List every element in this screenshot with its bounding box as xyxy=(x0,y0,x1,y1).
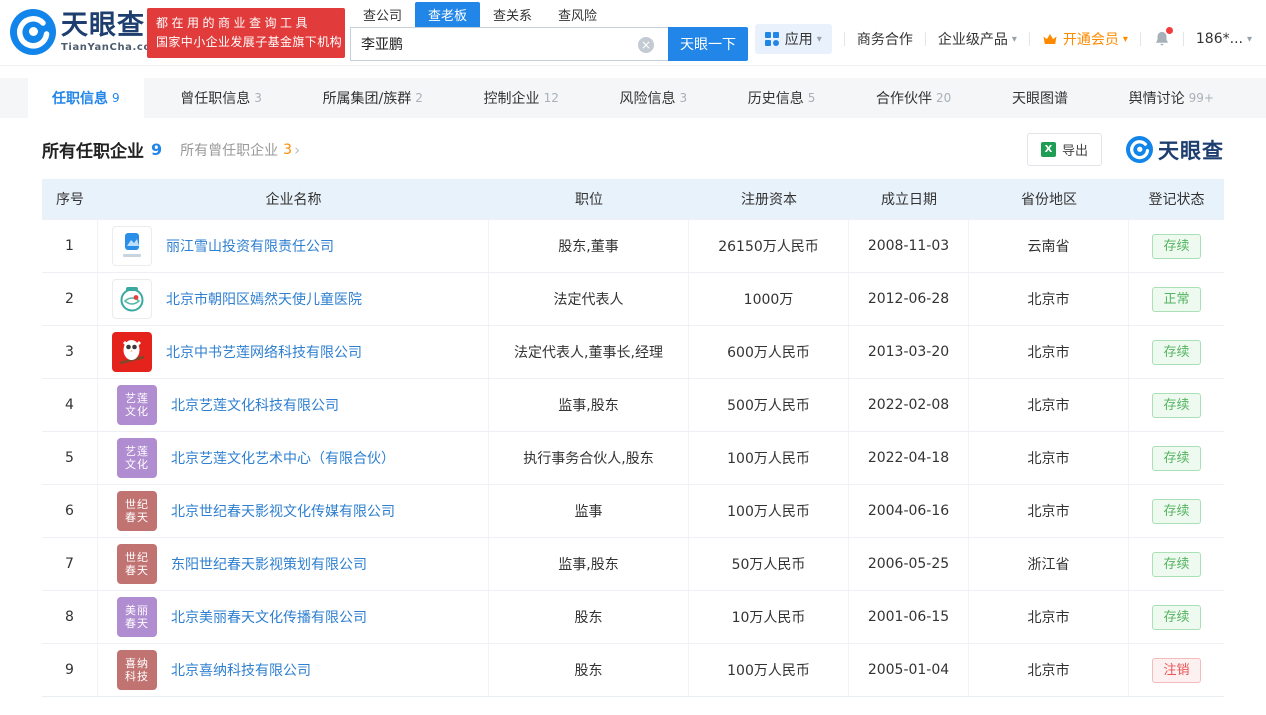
apps-label: 应用 xyxy=(784,32,813,48)
apps-grid-icon xyxy=(764,32,779,46)
export-button[interactable]: X 导出 xyxy=(1026,133,1102,166)
tab-former-positions[interactable]: 曾任职信息 3 xyxy=(156,78,286,118)
company-logo xyxy=(112,279,152,319)
tab-graph[interactable]: 天眼图谱 xyxy=(988,78,1092,118)
user-account-menu[interactable]: 186*... ▾ xyxy=(1196,31,1252,47)
chevron-down-icon: ▾ xyxy=(816,33,822,45)
notification-dot xyxy=(1165,27,1173,34)
status-badge: 存续 xyxy=(1152,604,1201,630)
status-badge: 注销 xyxy=(1152,657,1201,683)
table-row: 8 美丽 春天 北京美丽春天文化传播有限公司 股东 10万人民币 2001-06… xyxy=(42,590,1224,643)
table-row: 7 世纪 春天 东阳世纪春天影视策划有限公司 监事,股东 50万人民币 2006… xyxy=(42,537,1224,590)
crown-icon xyxy=(1043,34,1057,44)
tab-history-info[interactable]: 历史信息 5 xyxy=(724,78,840,118)
user-phone: 186*... xyxy=(1195,31,1243,47)
chevron-down-icon: ▾ xyxy=(1122,33,1128,45)
tab-risk-info[interactable]: 风险信息 3 xyxy=(595,78,711,118)
section-header: 所有任职企业 9 所有曾任职企业 3 › X 导出 天眼查 xyxy=(42,133,1224,166)
company-link[interactable]: 丽江雪山投资有限责任公司 xyxy=(166,236,334,256)
company-logo-text: 世纪 春天 xyxy=(117,491,157,531)
section-title-count: 9 xyxy=(151,140,163,159)
promo-line2: 国家中小企业发展子基金旗下机构 xyxy=(156,35,343,49)
top-header: 天眼查 TianYanCha.com 都在用的商业查询工具 国家中小企业发展子基… xyxy=(0,0,1266,66)
tab-controlled-companies[interactable]: 控制企业 12 xyxy=(460,78,583,118)
company-logo-text: 美丽 春天 xyxy=(117,597,157,637)
status-badge: 正常 xyxy=(1152,286,1201,312)
company-link[interactable]: 北京世纪春天影视文化传媒有限公司 xyxy=(171,501,395,521)
table-row: 2 北京市朝阳区嫣然天使儿童医院 法定代表人 1000万 2012-06-28 … xyxy=(42,272,1224,325)
company-logo-text: 艺莲 文化 xyxy=(117,438,157,478)
vip-label: 开通会员 xyxy=(1062,32,1119,48)
status-badge: 存续 xyxy=(1152,339,1201,365)
promo-badge: 都在用的商业查询工具 国家中小企业发展子基金旗下机构 xyxy=(147,8,345,58)
search-input[interactable] xyxy=(350,27,668,61)
status-badge: 存续 xyxy=(1152,445,1201,471)
company-link[interactable]: 北京喜纳科技有限公司 xyxy=(171,660,311,680)
table-row: 3 北京中书艺莲网络科技有限公司 法定代表人,董事长,经理 600万人民币 20… xyxy=(42,325,1224,378)
search-button[interactable]: 天眼一下 xyxy=(668,27,748,61)
vip-upgrade-menu[interactable]: 开通会员 ▾ xyxy=(1042,29,1128,49)
tianyancha-logo-icon xyxy=(1126,136,1153,163)
company-link[interactable]: 北京美丽春天文化传播有限公司 xyxy=(171,607,367,627)
positions-table: 序号 企业名称 职位 注册资本 成立日期 省份地区 登记状态 1 丽江雪山投资有… xyxy=(42,179,1224,697)
company-logo xyxy=(112,226,152,266)
promo-line1: 都在用的商业查询工具 xyxy=(156,16,312,30)
table-row: 9 喜纳 科技 北京喜纳科技有限公司 股东 100万人民币 2005-01-04… xyxy=(42,643,1224,696)
notifications-button[interactable] xyxy=(1153,27,1173,48)
section-title: 所有任职企业 xyxy=(42,142,144,162)
tab-partners[interactable]: 合作伙伴 20 xyxy=(852,78,975,118)
company-link[interactable]: 北京艺莲文化艺术中心（有限合伙） xyxy=(171,448,395,468)
search-tab-company[interactable]: 查公司 xyxy=(350,2,415,27)
search-tabs: 查公司 查老板 查关系 查风险 xyxy=(350,2,748,27)
table-header-row: 序号 企业名称 职位 注册资本 成立日期 省份地区 登记状态 xyxy=(42,179,1224,219)
company-logo-text: 艺莲 文化 xyxy=(117,385,157,425)
status-badge: 存续 xyxy=(1152,498,1201,524)
company-link[interactable]: 北京中书艺莲网络科技有限公司 xyxy=(166,342,362,362)
watermark-logo: 天眼查 xyxy=(1126,135,1224,165)
search-area: 查公司 查老板 查关系 查风险 天眼一下 × xyxy=(350,2,748,61)
tianyancha-logo-icon xyxy=(10,9,56,55)
company-logo-owl xyxy=(112,332,152,372)
company-link[interactable]: 北京市朝阳区嫣然天使儿童医院 xyxy=(166,289,362,309)
enterprise-products-label: 企业级产品 xyxy=(937,32,1008,48)
company-logo-text: 喜纳 科技 xyxy=(117,650,157,690)
company-logo-text: 世纪 春天 xyxy=(117,544,157,584)
search-tab-relation[interactable]: 查关系 xyxy=(480,2,545,27)
status-badge: 存续 xyxy=(1152,233,1201,259)
tab-positions[interactable]: 任职信息 9 xyxy=(28,78,144,118)
chevron-right-icon: › xyxy=(294,140,301,159)
company-link[interactable]: 东阳世纪春天影视策划有限公司 xyxy=(171,554,367,574)
former-positions-link[interactable]: 所有曾任职企业 3 › xyxy=(180,140,300,160)
chevron-down-icon: ▾ xyxy=(1011,33,1017,45)
company-link[interactable]: 北京艺莲文化科技有限公司 xyxy=(171,395,339,415)
apps-menu[interactable]: 应用 ▾ xyxy=(754,24,832,54)
header-menu: 应用 ▾ 商务合作 企业级产品 ▾ 开通会员 ▾ 186*... ▾ xyxy=(754,24,1252,54)
clear-search-icon[interactable]: × xyxy=(638,37,654,53)
table-row: 5 艺莲 文化 北京艺莲文化艺术中心（有限合伙） 执行事务合伙人,股东 100万… xyxy=(42,431,1224,484)
status-badge: 存续 xyxy=(1152,551,1201,577)
excel-icon: X xyxy=(1040,142,1056,157)
chevron-down-icon: ▾ xyxy=(1246,33,1252,45)
table-row: 1 丽江雪山投资有限责任公司 股东,董事 26150万人民币 2008-11-0… xyxy=(42,219,1224,272)
business-cooperation-link[interactable]: 商务合作 xyxy=(857,29,913,49)
enterprise-products-menu[interactable]: 企业级产品 ▾ xyxy=(938,29,1017,49)
tab-public-opinion[interactable]: 舆情讨论 99+ xyxy=(1105,78,1238,118)
search-tab-risk[interactable]: 查风险 xyxy=(545,2,610,27)
table-row: 6 世纪 春天 北京世纪春天影视文化传媒有限公司 监事 100万人民币 2004… xyxy=(42,484,1224,537)
table-row: 4 艺莲 文化 北京艺莲文化科技有限公司 监事,股东 500万人民币 2022-… xyxy=(42,378,1224,431)
detail-nav-tabs: 任职信息 9 曾任职信息 3 所属集团/族群 2 控制企业 12 风险信息 3 历史信息 5… xyxy=(0,78,1266,118)
tab-group-cluster[interactable]: 所属集团/族群 2 xyxy=(299,78,447,118)
site-logo[interactable]: 天眼查 TianYanCha.com xyxy=(10,9,162,55)
status-badge: 存续 xyxy=(1152,392,1201,418)
search-tab-boss[interactable]: 查老板 xyxy=(415,2,481,27)
